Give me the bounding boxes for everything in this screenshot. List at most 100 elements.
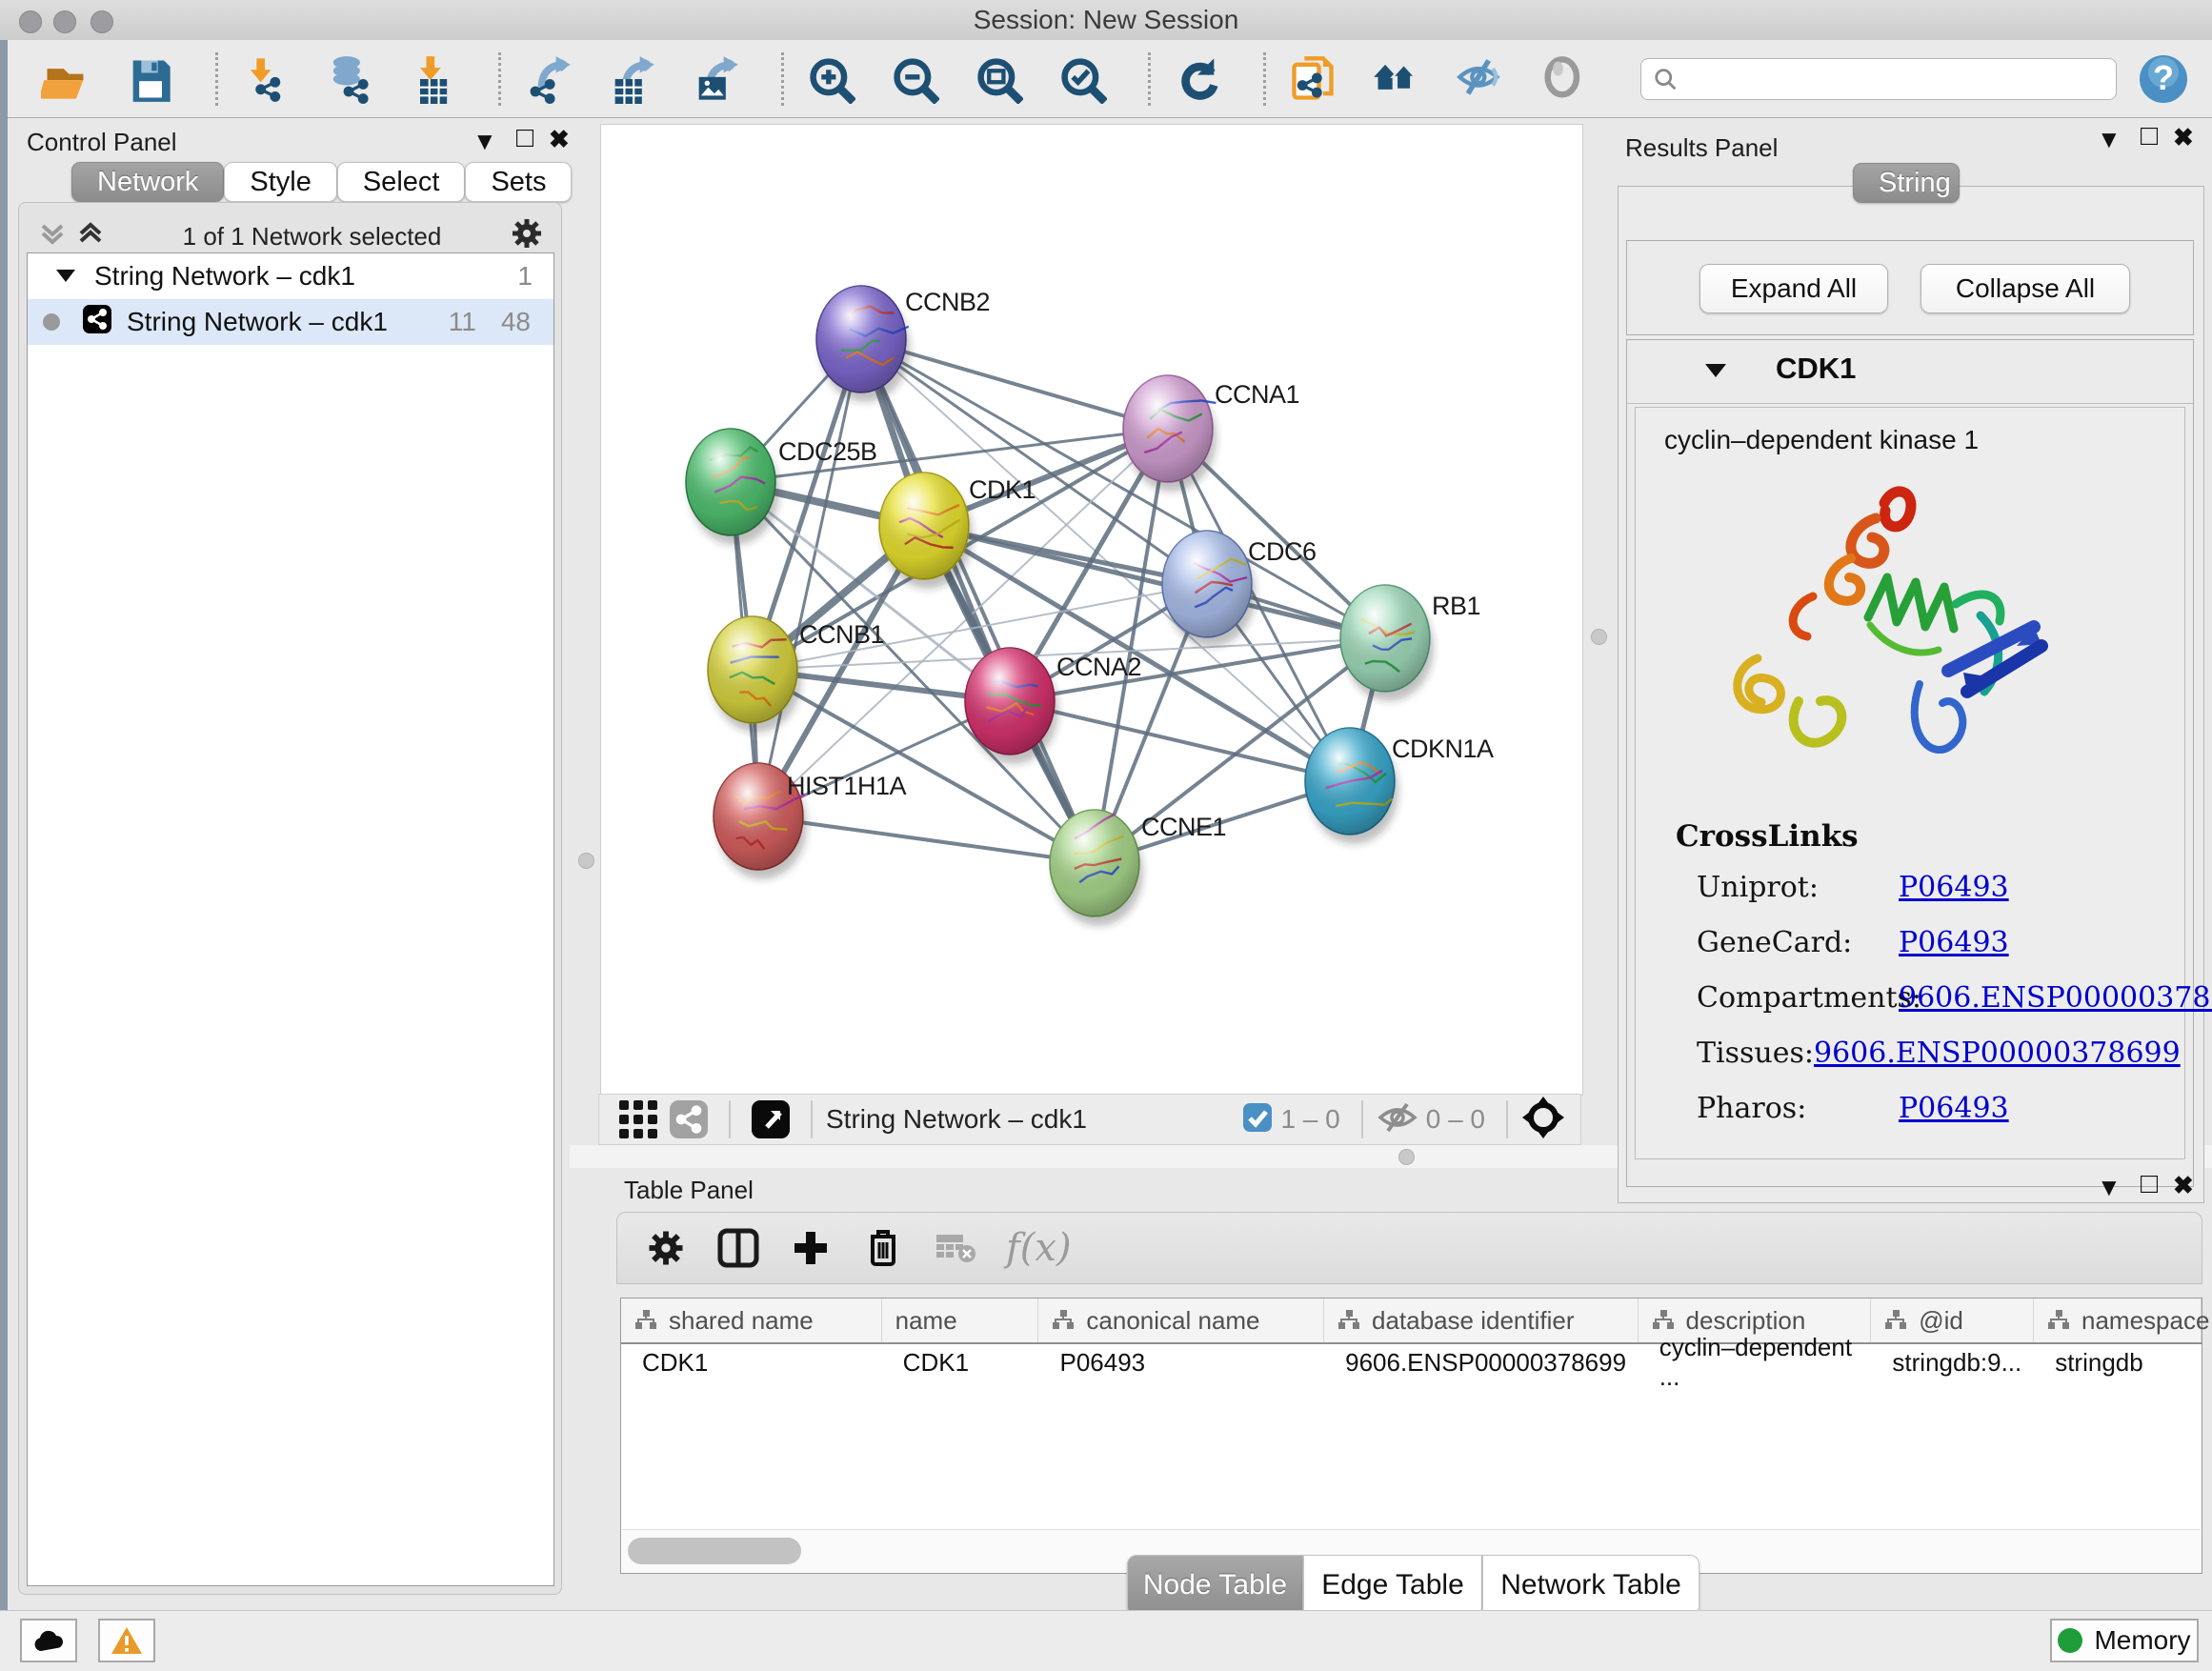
results-panel-float-icon[interactable]: ▼ bbox=[2097, 125, 2122, 154]
column-header-shared-name[interactable]: shared name bbox=[621, 1299, 882, 1342]
toolbar-button-save-session[interactable] bbox=[124, 53, 175, 105]
node-CDKN1A[interactable] bbox=[1305, 728, 1398, 844]
results-panel-maximize-icon[interactable]: □ bbox=[2141, 120, 2158, 152]
column-header-name[interactable]: name bbox=[882, 1299, 1039, 1342]
node-CDK1[interactable] bbox=[879, 473, 973, 589]
network-canvas[interactable]: CCNB2CCNA1CDC25BCDK1CDC6RB1CCNB1CCNA2CDK… bbox=[600, 124, 1583, 1096]
control-panel-maximize-icon[interactable]: □ bbox=[516, 122, 533, 154]
collapse-all-button[interactable]: Collapse All bbox=[1920, 264, 2130, 313]
gene-section-header[interactable]: CDK1 bbox=[1627, 340, 2193, 404]
tab-sets[interactable]: Sets bbox=[465, 162, 572, 202]
collapse-all-networks-icon[interactable] bbox=[38, 219, 67, 254]
left-splitter-handle[interactable] bbox=[578, 853, 594, 869]
table-cell[interactable]: CDK1 bbox=[882, 1344, 1039, 1380]
network-row[interactable]: String Network – cdk1 11 48 bbox=[28, 299, 553, 345]
toolbar-button-show-panel[interactable] bbox=[1538, 53, 1590, 105]
table-panel-title: Table Panel bbox=[624, 1176, 754, 1205]
warning-status-button[interactable] bbox=[98, 1619, 155, 1662]
toolbar-button-show-home-panels[interactable] bbox=[1371, 53, 1422, 105]
table-cell[interactable]: cyclin–dependent ... bbox=[1639, 1344, 1872, 1380]
crosslink-link[interactable]: P06493 bbox=[1899, 926, 2009, 959]
toolbar-button-duplicate-network[interactable] bbox=[1287, 53, 1338, 105]
crosslink-link[interactable]: 9606.ENSP00000378699 bbox=[1899, 981, 2212, 1015]
node-CCNE1[interactable] bbox=[1050, 810, 1143, 926]
table-cell[interactable]: 9606.ENSP00000378699 bbox=[1324, 1344, 1639, 1380]
tab-network-table[interactable]: Network Table bbox=[1482, 1555, 1699, 1616]
table-row[interactable]: CDK1CDK1P064939606.ENSP00000378699cyclin… bbox=[621, 1344, 2202, 1380]
toolbar-button-export-network[interactable] bbox=[522, 53, 573, 105]
add-column-icon[interactable] bbox=[789, 1226, 833, 1270]
node-RB1[interactable] bbox=[1340, 585, 1434, 701]
hidden-eye-icon[interactable] bbox=[1377, 1100, 1418, 1139]
toolbar-button-export-image[interactable] bbox=[690, 53, 741, 105]
edge-CCNB2-HIST1H1A[interactable] bbox=[758, 339, 861, 816]
search-input[interactable] bbox=[1678, 63, 2104, 94]
node-CCNA1[interactable] bbox=[1123, 375, 1217, 492]
scrollbar-thumb[interactable] bbox=[628, 1538, 801, 1564]
column-header-canonical-name[interactable]: canonical name bbox=[1038, 1299, 1324, 1342]
results-panel-close-icon[interactable]: ✖ bbox=[2173, 123, 2194, 152]
detach-view-icon[interactable] bbox=[744, 1097, 797, 1141]
table-cell[interactable]: stringdb bbox=[2034, 1344, 2202, 1380]
crosslink-link[interactable]: 9606.ENSP00000378699 bbox=[1814, 1037, 2181, 1070]
expand-all-button[interactable]: Expand All bbox=[1699, 264, 1888, 313]
crosslink-link[interactable]: P06493 bbox=[1899, 1092, 2009, 1125]
toolbar-button-export-table[interactable] bbox=[606, 53, 657, 105]
selected-checkbox-icon[interactable] bbox=[1242, 1102, 1273, 1137]
zoom-out-icon bbox=[890, 54, 939, 104]
cloud-status-button[interactable] bbox=[20, 1619, 77, 1662]
delete-column-icon[interactable] bbox=[861, 1226, 905, 1270]
node-CCNB2[interactable] bbox=[816, 286, 910, 402]
grid-view-icon[interactable] bbox=[614, 1097, 662, 1141]
node-label-CDKN1A: CDKN1A bbox=[1392, 735, 1494, 763]
tab-network[interactable]: Network bbox=[71, 162, 224, 202]
column-header-database-identifier[interactable]: database identifier bbox=[1324, 1299, 1639, 1342]
search-box[interactable] bbox=[1640, 58, 2117, 100]
toolbar-button-import-table[interactable] bbox=[407, 53, 458, 105]
tab-style[interactable]: Style bbox=[224, 162, 336, 202]
toolbar-button-hide-panels[interactable] bbox=[1455, 53, 1506, 105]
tab-node-table[interactable]: Node Table bbox=[1127, 1555, 1303, 1616]
results-tab-string[interactable]: String bbox=[1853, 163, 1960, 203]
birds-eye-crosshair-icon[interactable] bbox=[1521, 1096, 1565, 1144]
column-header--id[interactable]: @id bbox=[1871, 1299, 2034, 1342]
tab-edge-table[interactable]: Edge Table bbox=[1303, 1555, 1482, 1616]
node-CDC6[interactable] bbox=[1162, 531, 1256, 647]
column-header-namespace[interactable]: namespace bbox=[2034, 1299, 2202, 1342]
help-button[interactable]: ? bbox=[2138, 53, 2189, 105]
toolbar-button-zoom-selected[interactable] bbox=[1056, 53, 1108, 105]
toolbar-button-refresh-view[interactable] bbox=[1172, 53, 1223, 105]
gene-collapse-icon[interactable] bbox=[1703, 361, 1728, 385]
table-panel-close-icon[interactable]: ✖ bbox=[2173, 1171, 2194, 1200]
node-CCNA2[interactable] bbox=[965, 648, 1058, 764]
tab-select[interactable]: Select bbox=[337, 162, 466, 202]
expand-all-networks-icon[interactable] bbox=[76, 219, 105, 254]
table-cell[interactable]: stringdb:9... bbox=[1871, 1344, 2034, 1380]
table-panel-maximize-icon[interactable]: □ bbox=[2141, 1168, 2158, 1200]
table-cell[interactable]: CDK1 bbox=[621, 1344, 882, 1380]
network-options-gear-icon[interactable] bbox=[510, 216, 544, 257]
table-cell[interactable]: P06493 bbox=[1038, 1344, 1324, 1380]
edge-HIST1H1A-CCNE1[interactable] bbox=[758, 816, 1095, 863]
right-splitter-handle[interactable] bbox=[1591, 629, 1607, 645]
network-collection-row[interactable]: String Network – cdk1 1 bbox=[28, 253, 553, 299]
toolbar-button-import-database[interactable] bbox=[323, 53, 374, 105]
table-settings-gear-icon[interactable] bbox=[644, 1226, 688, 1270]
control-panel: 1 of 1 Network selected String Network –… bbox=[18, 202, 562, 1595]
toolbar-button-open-session[interactable] bbox=[40, 53, 91, 105]
table-panel-float-icon[interactable]: ▼ bbox=[2097, 1173, 2122, 1202]
collection-expand-icon[interactable] bbox=[54, 261, 77, 292]
table-splitter-handle[interactable] bbox=[1398, 1149, 1415, 1165]
toolbar-button-zoom-out[interactable] bbox=[889, 53, 940, 105]
network-share-view-icon[interactable] bbox=[662, 1097, 715, 1141]
control-panel-float-icon[interactable]: ▼ bbox=[473, 127, 497, 156]
crosslink-link[interactable]: P06493 bbox=[1899, 871, 2009, 904]
memory-button[interactable]: Memory bbox=[2050, 1619, 2199, 1662]
node-CCNB1[interactable] bbox=[708, 616, 801, 733]
show-columns-icon[interactable] bbox=[716, 1226, 760, 1270]
toolbar-button-zoom-fit[interactable] bbox=[973, 53, 1024, 105]
memory-status-dot-icon bbox=[2058, 1628, 2082, 1653]
toolbar-button-zoom-in[interactable] bbox=[805, 53, 856, 105]
control-panel-close-icon[interactable]: ✖ bbox=[549, 125, 570, 154]
toolbar-button-import-network[interactable] bbox=[239, 53, 291, 105]
